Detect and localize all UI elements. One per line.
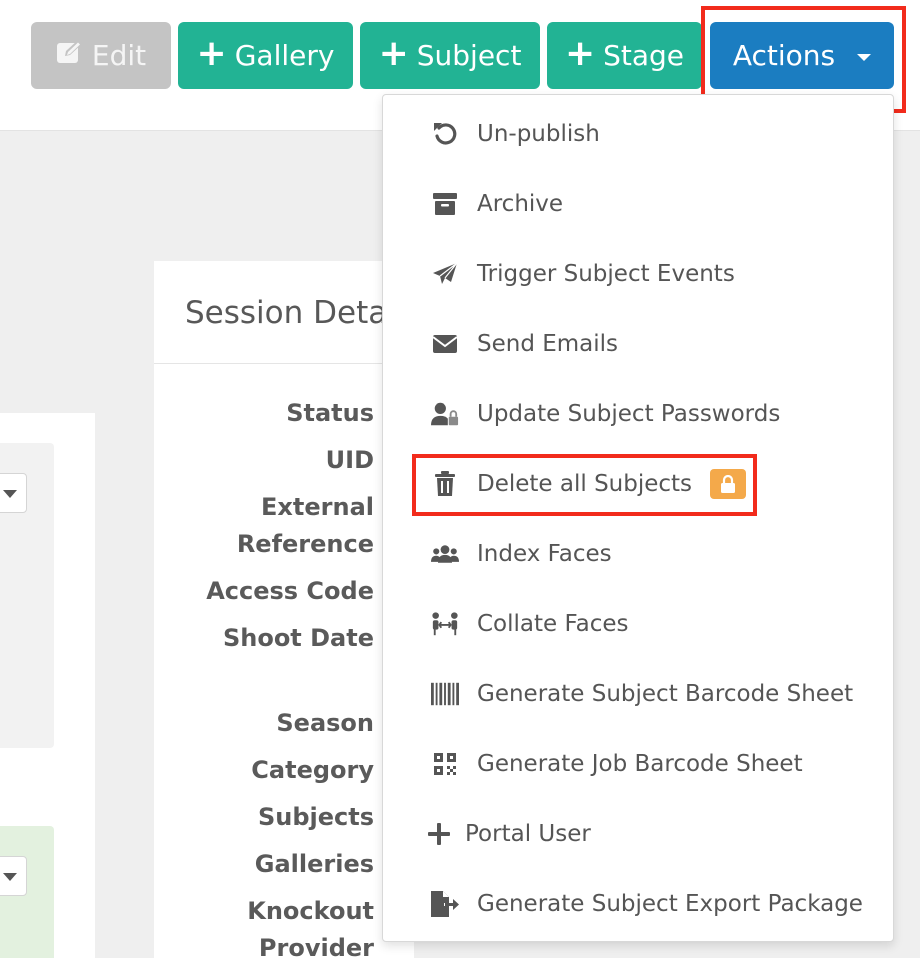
barcode-icon: [431, 680, 459, 708]
menu-item-generate-subject-barcode-sheet[interactable]: Generate Subject Barcode Sheet: [383, 664, 893, 724]
field-label-subjects: Subjects: [257, 803, 374, 831]
add-subject-button[interactable]: + Subject: [360, 22, 540, 89]
plus-icon: [427, 820, 451, 848]
actions-dropdown-button[interactable]: Actions: [710, 22, 894, 89]
lock-icon: [710, 469, 747, 499]
paper-plane-icon: [431, 260, 459, 288]
field-label-provider: Provider: [258, 934, 374, 958]
left-select[interactable]: [0, 473, 27, 513]
edit-button-label: Edit: [91, 39, 147, 72]
menu-item-label: Index Faces: [477, 541, 612, 567]
menu-item-generate-subject-export-package[interactable]: Generate Subject Export Package: [383, 874, 893, 934]
file-export-icon: [431, 890, 459, 918]
left-card: [0, 443, 54, 748]
edit-icon: [56, 39, 84, 72]
menu-item-archive[interactable]: Archive: [383, 174, 893, 234]
field-label-galleries: Galleries: [254, 850, 374, 878]
add-stage-label: Stage: [603, 39, 685, 72]
field-label-access-code: Access Code: [206, 577, 374, 605]
plus-icon: +: [196, 33, 227, 74]
trash-icon: [431, 470, 459, 498]
menu-item-collate-faces[interactable]: Collate Faces: [383, 594, 893, 654]
qrcode-icon: [431, 750, 459, 778]
field-label-shoot-date: Shoot Date: [222, 624, 374, 652]
menu-item-generate-job-barcode-sheet[interactable]: Generate Job Barcode Sheet: [383, 734, 893, 794]
field-label-reference: Reference: [236, 530, 374, 558]
field-label-uid: UID: [325, 446, 374, 474]
actions-dropdown-menu: Un-publish Archive Trigger Subject Event…: [382, 94, 894, 942]
people-arrows-icon: [431, 610, 459, 638]
menu-item-unpublish[interactable]: Un-publish: [383, 104, 893, 164]
menu-item-trigger-subject-events[interactable]: Trigger Subject Events: [383, 244, 893, 304]
menu-item-label: Send Emails: [477, 331, 619, 357]
menu-item-index-faces[interactable]: Index Faces: [383, 524, 893, 584]
undo-icon: [431, 120, 459, 148]
menu-item-portal-user[interactable]: Portal User: [383, 804, 893, 864]
menu-item-label: Un-publish: [477, 121, 600, 147]
panel-title: Session Detai: [154, 261, 414, 364]
add-subject-label: Subject: [416, 39, 522, 72]
field-label-status: Status: [286, 399, 374, 427]
left-select[interactable]: [0, 856, 27, 896]
field-label-external: External: [261, 493, 374, 521]
archive-icon: [431, 190, 459, 218]
caret-down-icon: [3, 490, 17, 498]
add-gallery-label: Gallery: [234, 39, 335, 72]
menu-item-label: Update Subject Passwords: [477, 401, 781, 427]
menu-item-label: Trigger Subject Events: [477, 261, 735, 287]
add-gallery-button[interactable]: + Gallery: [178, 22, 353, 89]
menu-item-label: Generate Subject Export Package: [477, 891, 863, 917]
user-lock-icon: [431, 400, 459, 428]
edit-button[interactable]: Edit: [31, 22, 171, 89]
plus-icon: +: [564, 33, 596, 74]
caret-down-icon: [3, 873, 17, 881]
menu-item-label: Generate Job Barcode Sheet: [477, 751, 803, 777]
caret-down-icon: [857, 54, 872, 61]
menu-item-label: Collate Faces: [477, 611, 629, 637]
actions-label: Actions: [732, 39, 836, 72]
plus-icon: +: [378, 33, 409, 74]
left-card-green: [0, 826, 54, 958]
menu-item-label: Generate Subject Barcode Sheet: [477, 681, 854, 707]
menu-item-delete-all-subjects[interactable]: Delete all Subjects: [383, 454, 893, 514]
envelope-icon: [431, 330, 459, 358]
menu-item-label: Delete all Subjects: [477, 471, 693, 497]
menu-item-label: Archive: [477, 191, 564, 217]
session-details-panel: Session Detai Status UID External Refere…: [154, 261, 414, 958]
field-label-category: Category: [251, 756, 374, 784]
menu-item-label: Portal User: [465, 821, 591, 847]
field-label-knockout: Knockout: [247, 897, 374, 925]
field-label-season: Season: [276, 709, 374, 737]
menu-item-send-emails[interactable]: Send Emails: [383, 314, 893, 374]
add-stage-button[interactable]: + Stage: [547, 22, 702, 89]
menu-item-update-subject-passwords[interactable]: Update Subject Passwords: [383, 384, 893, 444]
users-icon: [431, 540, 459, 568]
